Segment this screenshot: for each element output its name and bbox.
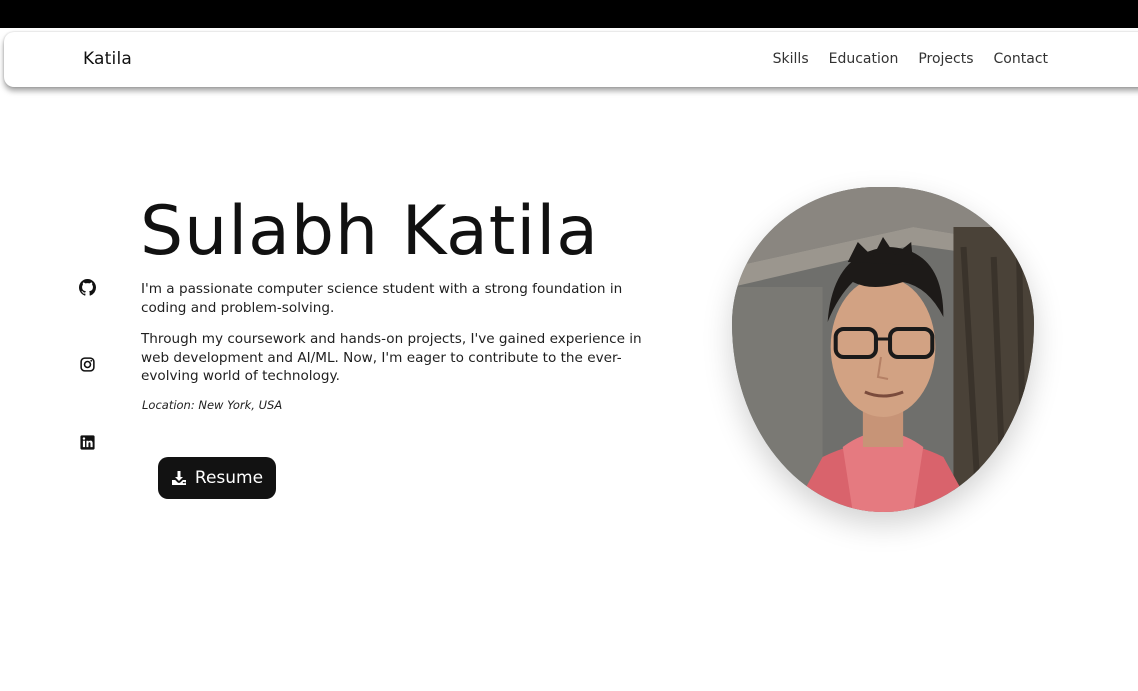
- linkedin-icon[interactable]: [79, 434, 96, 451]
- nav-links: Skills Education Projects Contact: [773, 51, 1048, 67]
- nav-link-contact[interactable]: Contact: [994, 51, 1048, 67]
- top-black-bar: [0, 0, 1138, 28]
- resume-button[interactable]: Resume: [158, 457, 276, 499]
- instagram-icon[interactable]: [79, 356, 96, 373]
- navbar: Katila Skills Education Projects Contact: [4, 32, 1138, 87]
- profile-photo: [732, 187, 1034, 512]
- download-icon: [171, 470, 187, 486]
- location-text: Location: New York, USA: [142, 398, 283, 412]
- nav-link-skills[interactable]: Skills: [773, 51, 809, 67]
- resume-label: Resume: [194, 468, 264, 488]
- brand-logo[interactable]: Katila: [83, 49, 132, 69]
- nav-link-education[interactable]: Education: [829, 51, 899, 67]
- intro-paragraph: I'm a passionate computer science studen…: [141, 281, 623, 316]
- github-icon[interactable]: [79, 279, 96, 296]
- experience-paragraph: Through my coursework and hands-on proje…: [141, 331, 642, 385]
- nav-link-projects[interactable]: Projects: [918, 51, 973, 67]
- hero-name: Sulabh Katila: [140, 192, 599, 271]
